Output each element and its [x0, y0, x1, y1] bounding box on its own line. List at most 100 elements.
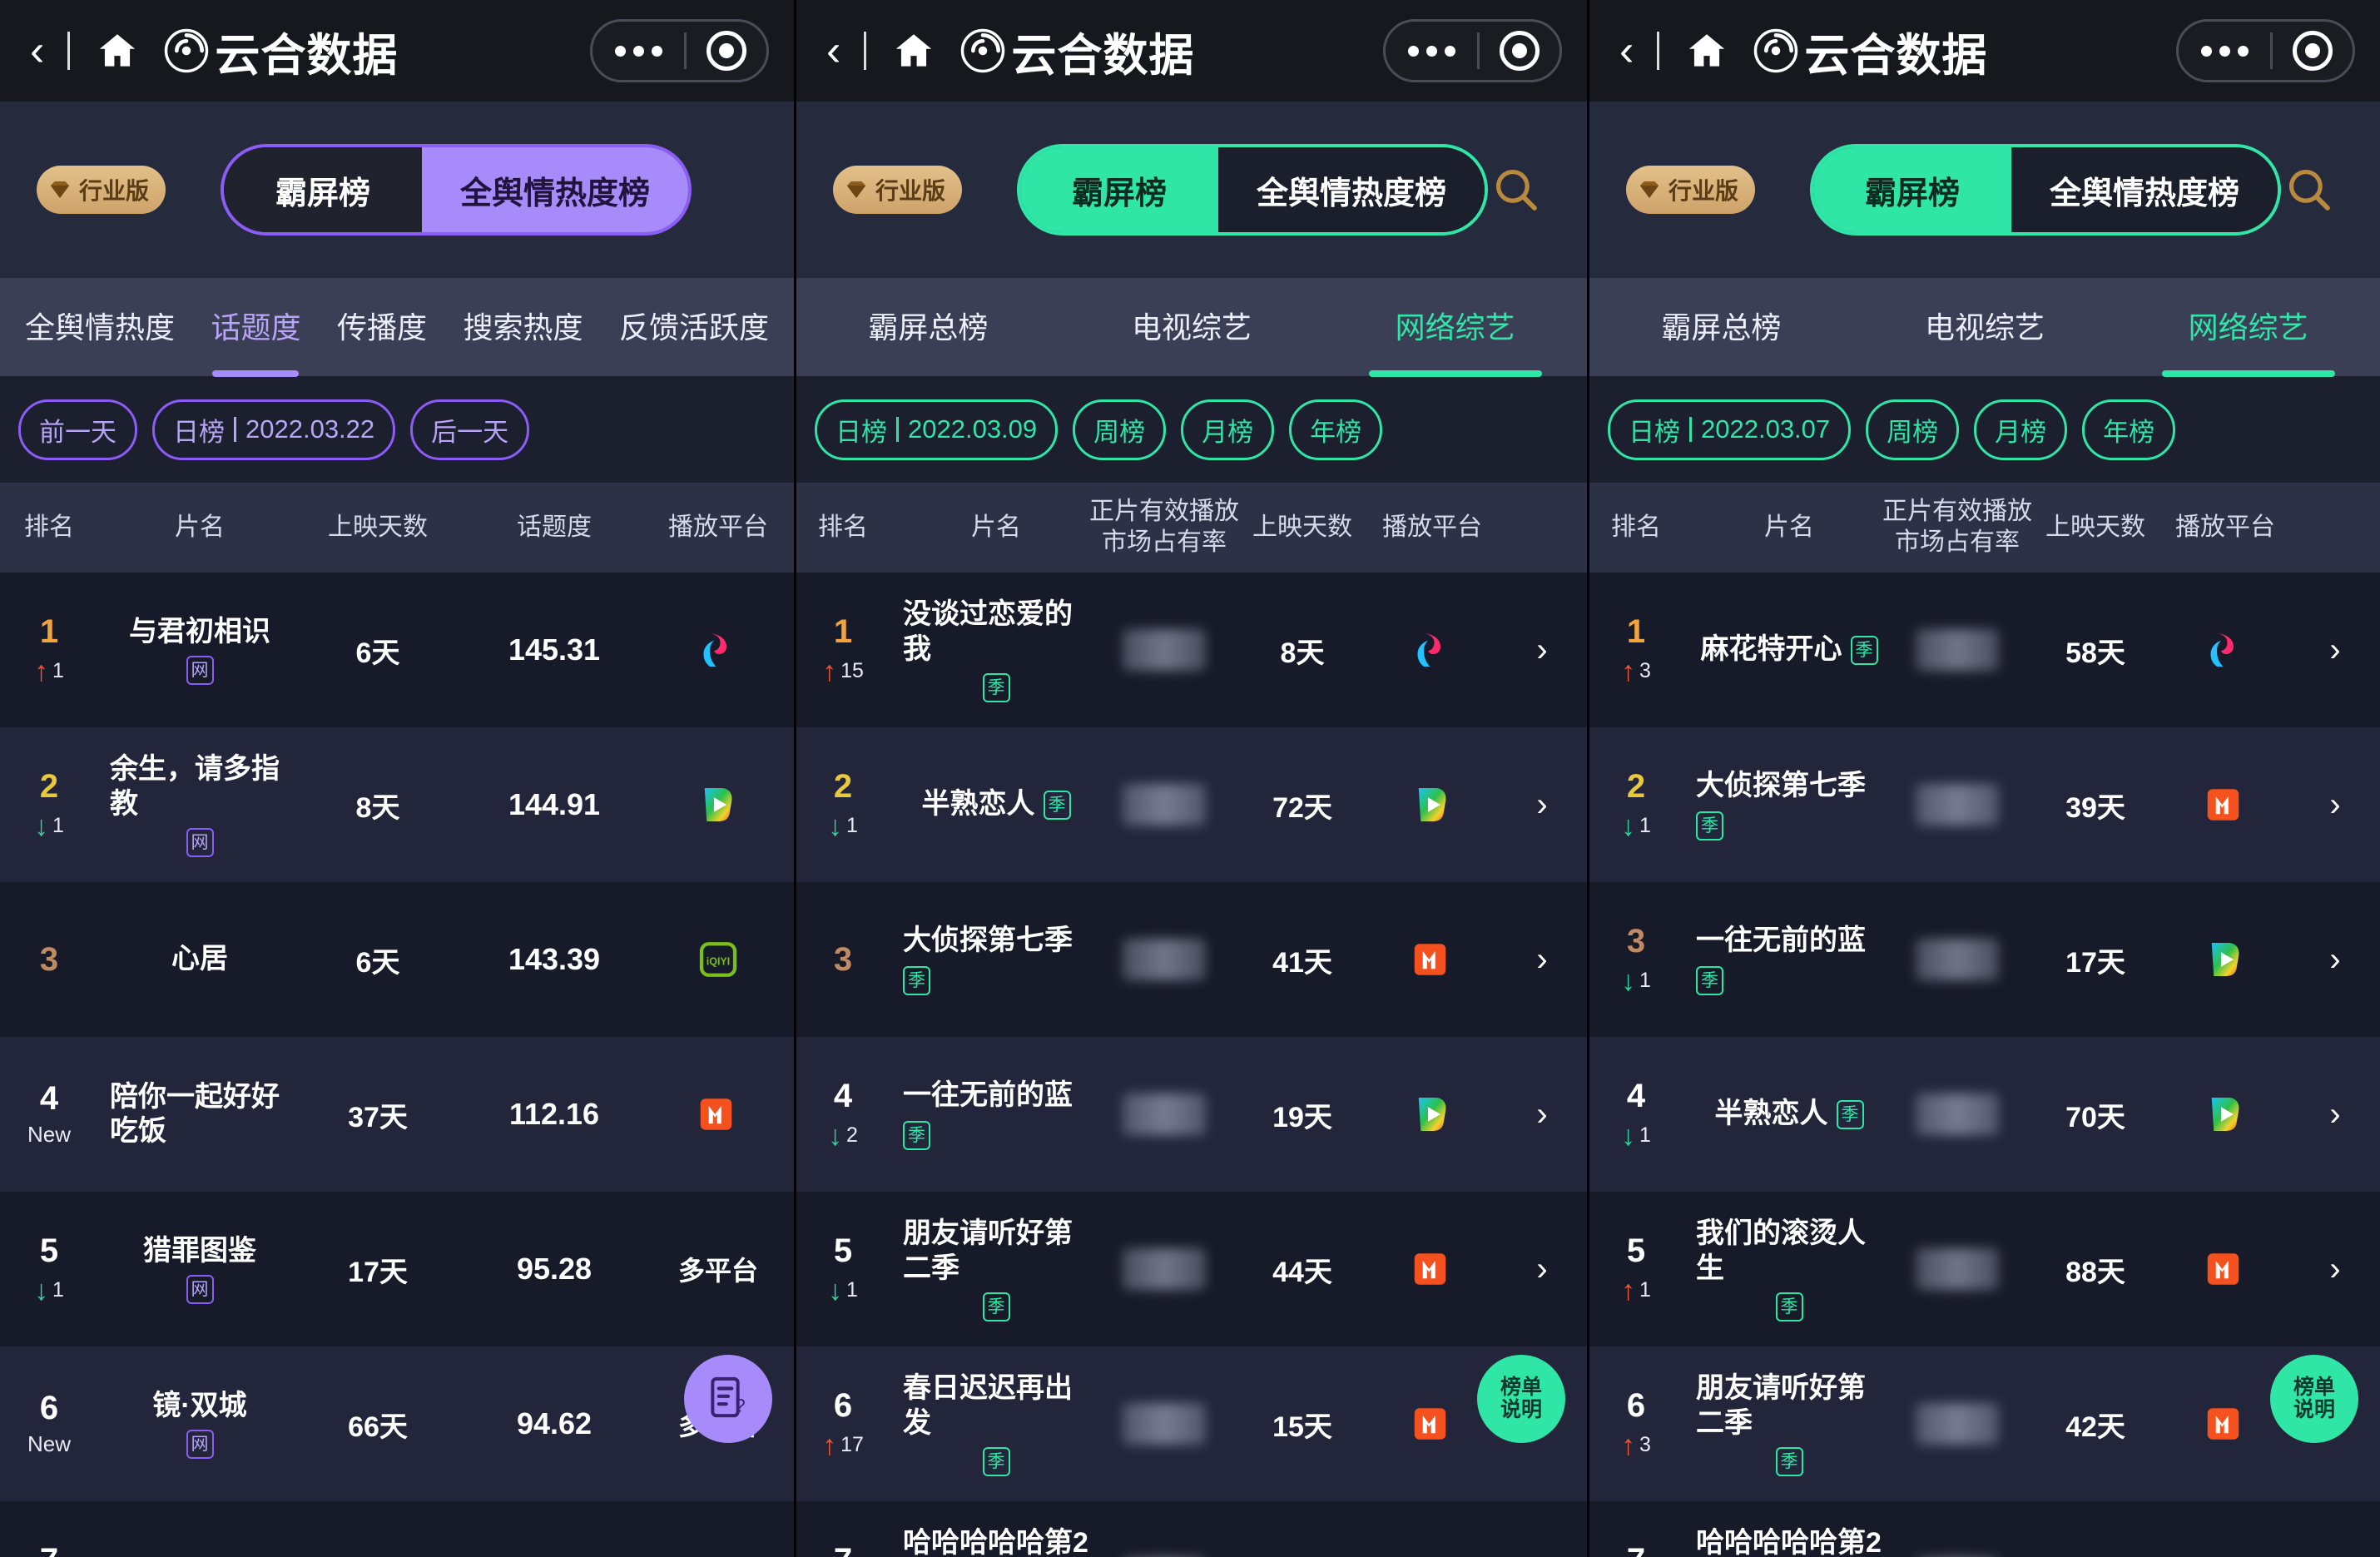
- table-row[interactable]: 1 ↑ 1 与君初相识 网 6天 145.31: [0, 573, 794, 727]
- table-row[interactable]: 2 ↓ 1 余生，请多指教 网 8天 144.91: [0, 727, 794, 882]
- title-cell[interactable]: 大侦探第七季季: [890, 924, 1089, 996]
- date-chip-1[interactable]: 周榜: [1073, 399, 1167, 460]
- table-row[interactable]: 1 ↑ 3 麻花特开心季 58天 ›: [1589, 573, 2380, 727]
- subtab-0[interactable]: 全舆情热度: [25, 304, 175, 350]
- table-row[interactable]: 5 ↓ 1 朋友请听好第二季 季 44天 ›: [796, 1192, 1587, 1346]
- subtab-1[interactable]: 电视综艺: [1132, 304, 1252, 350]
- title-cell[interactable]: 哈哈哈哈哈第2季 季: [890, 1526, 1089, 1557]
- table-row[interactable]: 4 ↓ 2 一往无前的蓝季 19天 ›: [796, 1037, 1587, 1192]
- row-chevron[interactable]: ›: [2292, 1252, 2378, 1286]
- date-chip-2[interactable]: 月榜: [1181, 399, 1275, 460]
- title-cell[interactable]: 半熟恋人季: [890, 787, 1089, 821]
- home-icon[interactable]: [891, 28, 936, 73]
- title-cell[interactable]: 心居: [98, 942, 290, 976]
- target-circle-icon[interactable]: [687, 31, 766, 71]
- industry-edition-badge[interactable]: 行业版: [37, 166, 166, 214]
- table-row[interactable]: 3 大侦探第七季季 41天 ›: [796, 882, 1587, 1037]
- title-cell[interactable]: 麻花特开心季: [1683, 632, 1882, 667]
- segment-quanyuqing[interactable]: 全舆情热度榜: [1218, 147, 1485, 232]
- row-chevron[interactable]: ›: [1499, 633, 1585, 667]
- subtab-0[interactable]: 霸屏总榜: [1661, 304, 1781, 350]
- table-row[interactable]: 5 ↑ 1 我们的滚烫人生 季 88天 ›: [1589, 1192, 2380, 1346]
- row-chevron[interactable]: ›: [1499, 1098, 1585, 1131]
- chevron-left-icon[interactable]: ‹: [30, 29, 44, 72]
- title-cell[interactable]: 陪你一起好好吃饭: [98, 1080, 290, 1149]
- target-circle-icon[interactable]: [2273, 31, 2353, 71]
- target-circle-icon[interactable]: [1480, 31, 1559, 71]
- ranking-type-switch[interactable]: 霸屏榜 全舆情热度榜: [1810, 144, 2282, 236]
- row-chevron[interactable]: ›: [2292, 1098, 2378, 1131]
- ranking-info-fab[interactable]: 榜单 说明: [2270, 1355, 2358, 1443]
- row-chevron[interactable]: ›: [2292, 943, 2378, 976]
- table-row[interactable]: 2 ↓ 1 大侦探第七季季 39天 ›: [1589, 727, 2380, 882]
- subtab-0[interactable]: 霸屏总榜: [868, 304, 988, 350]
- home-icon[interactable]: [95, 28, 140, 73]
- more-dots-icon[interactable]: [593, 45, 684, 57]
- title-cell[interactable]: 哈哈哈哈哈第2季 季: [1683, 1526, 1882, 1557]
- title-cell[interactable]: 一往无前的蓝季: [890, 1078, 1089, 1151]
- industry-edition-badge[interactable]: 行业版: [833, 166, 963, 214]
- date-chip-3[interactable]: 年榜: [2082, 399, 2176, 460]
- table-row[interactable]: 6 ↑ 17 春日迟迟再出发 季 15天 ›: [796, 1346, 1587, 1501]
- subtab-2[interactable]: 传播度: [337, 304, 427, 350]
- title-cell[interactable]: 没谈过恋爱的我 季: [890, 598, 1089, 702]
- title-cell[interactable]: 镜·双城 网: [98, 1389, 290, 1460]
- title-cell[interactable]: 朋友请听好第二季 季: [1683, 1371, 1882, 1476]
- row-chevron[interactable]: ›: [1499, 943, 1585, 976]
- chevron-left-icon[interactable]: ‹: [826, 29, 840, 72]
- table-row[interactable]: 4 New 陪你一起好好吃饭 37天 112.16: [0, 1037, 794, 1192]
- row-chevron[interactable]: ›: [1499, 788, 1585, 821]
- table-row[interactable]: 6 ↑ 3 朋友请听好第二季 季 42天 ›: [1589, 1346, 2380, 1501]
- row-chevron[interactable]: ›: [1499, 1252, 1585, 1286]
- more-dots-icon[interactable]: [1386, 45, 1477, 57]
- segment-bapingbang[interactable]: 霸屏榜: [224, 147, 423, 232]
- table-row[interactable]: 1 ↑ 15 没谈过恋爱的我 季 8天 ›: [796, 573, 1587, 727]
- more-dots-icon[interactable]: [2179, 45, 2270, 57]
- table-row[interactable]: 2 ↓ 1 半熟恋人季 72天 ›: [796, 727, 1587, 882]
- date-chip-0[interactable]: 日榜 2022.03.07: [1608, 399, 1852, 460]
- table-row[interactable]: 3 心居 6天 143.39 iQIYI: [0, 882, 794, 1037]
- ranking-type-switch[interactable]: 霸屏榜 全舆情热度榜: [221, 144, 692, 236]
- title-cell[interactable]: 我们的滚烫人生 季: [1683, 1217, 1882, 1321]
- row-chevron[interactable]: ›: [2292, 633, 2378, 667]
- search-icon[interactable]: [1485, 159, 1547, 221]
- subtab-3[interactable]: 搜索热度: [463, 304, 583, 350]
- search-icon[interactable]: [2278, 159, 2340, 221]
- title-cell[interactable]: 大侦探第七季季: [1683, 769, 1882, 841]
- table-row[interactable]: 5 ↓ 1 猎罪图鉴 网 17天 95.28 多平台: [0, 1192, 794, 1346]
- title-cell[interactable]: 春日迟迟再出发 季: [890, 1371, 1089, 1476]
- subtab-1[interactable]: 电视综艺: [1925, 304, 2045, 350]
- title-cell[interactable]: 一往无前的蓝季: [1683, 924, 1882, 996]
- subtab-2[interactable]: 网络综艺: [1368, 304, 1542, 377]
- table-row[interactable]: 6New 镜·双城 网 66天 94.62 多平台: [0, 1346, 794, 1501]
- table-row[interactable]: 4 ↓ 1 半熟恋人季 70天 ›: [1589, 1037, 2380, 1192]
- industry-edition-badge[interactable]: 行业版: [1626, 166, 1756, 214]
- date-chip-2[interactable]: 后一天: [410, 399, 530, 460]
- table-row[interactable]: 7 ↓ 2 哈哈哈哈哈第2季 季 108天 多平台 ›: [1589, 1501, 2380, 1557]
- chevron-left-icon[interactable]: ‹: [1619, 29, 1634, 72]
- ranking-type-switch[interactable]: 霸屏榜 全舆情热度榜: [1017, 144, 1489, 236]
- table-row[interactable]: 3 ↓ 1 一往无前的蓝季 17天 ›: [1589, 882, 2380, 1037]
- date-chip-2[interactable]: 月榜: [1974, 399, 2068, 460]
- segment-quanyuqing[interactable]: 全舆情热度榜: [2011, 147, 2278, 232]
- date-chip-0[interactable]: 前一天: [18, 399, 137, 460]
- row-chevron[interactable]: ›: [2292, 788, 2378, 821]
- date-chip-1[interactable]: 周榜: [1866, 399, 1960, 460]
- home-icon[interactable]: [1684, 28, 1729, 73]
- title-cell[interactable]: 与君初相识 网: [98, 615, 290, 686]
- table-row[interactable]: 7 ↓ 2 哈哈哈哈哈第2季 季 110天 多平台 ›: [796, 1501, 1587, 1557]
- title-cell[interactable]: 朋友请听好第二季 季: [890, 1217, 1089, 1321]
- subtab-4[interactable]: 反馈活跃度: [619, 304, 769, 350]
- segment-bapingbang[interactable]: 霸屏榜: [1813, 147, 2012, 232]
- date-chip-0[interactable]: 日榜 2022.03.09: [815, 399, 1059, 460]
- title-cell[interactable]: 余生，请多指教 网: [98, 752, 290, 857]
- date-chip-3[interactable]: 年榜: [1289, 399, 1383, 460]
- table-row[interactable]: 7 ↓ 2 人世间 54天 91.55 iQIYI: [0, 1501, 794, 1557]
- date-chip-1[interactable]: 日榜 2022.03.22: [152, 399, 396, 460]
- ranking-info-fab[interactable]: ?: [684, 1355, 772, 1443]
- title-cell[interactable]: 猎罪图鉴 网: [98, 1234, 290, 1305]
- subtab-2[interactable]: 网络综艺: [2161, 304, 2335, 377]
- segment-quanyuqing[interactable]: 全舆情热度榜: [422, 147, 689, 232]
- segment-bapingbang[interactable]: 霸屏榜: [1020, 147, 1219, 232]
- ranking-info-fab[interactable]: 榜单 说明: [1477, 1355, 1565, 1443]
